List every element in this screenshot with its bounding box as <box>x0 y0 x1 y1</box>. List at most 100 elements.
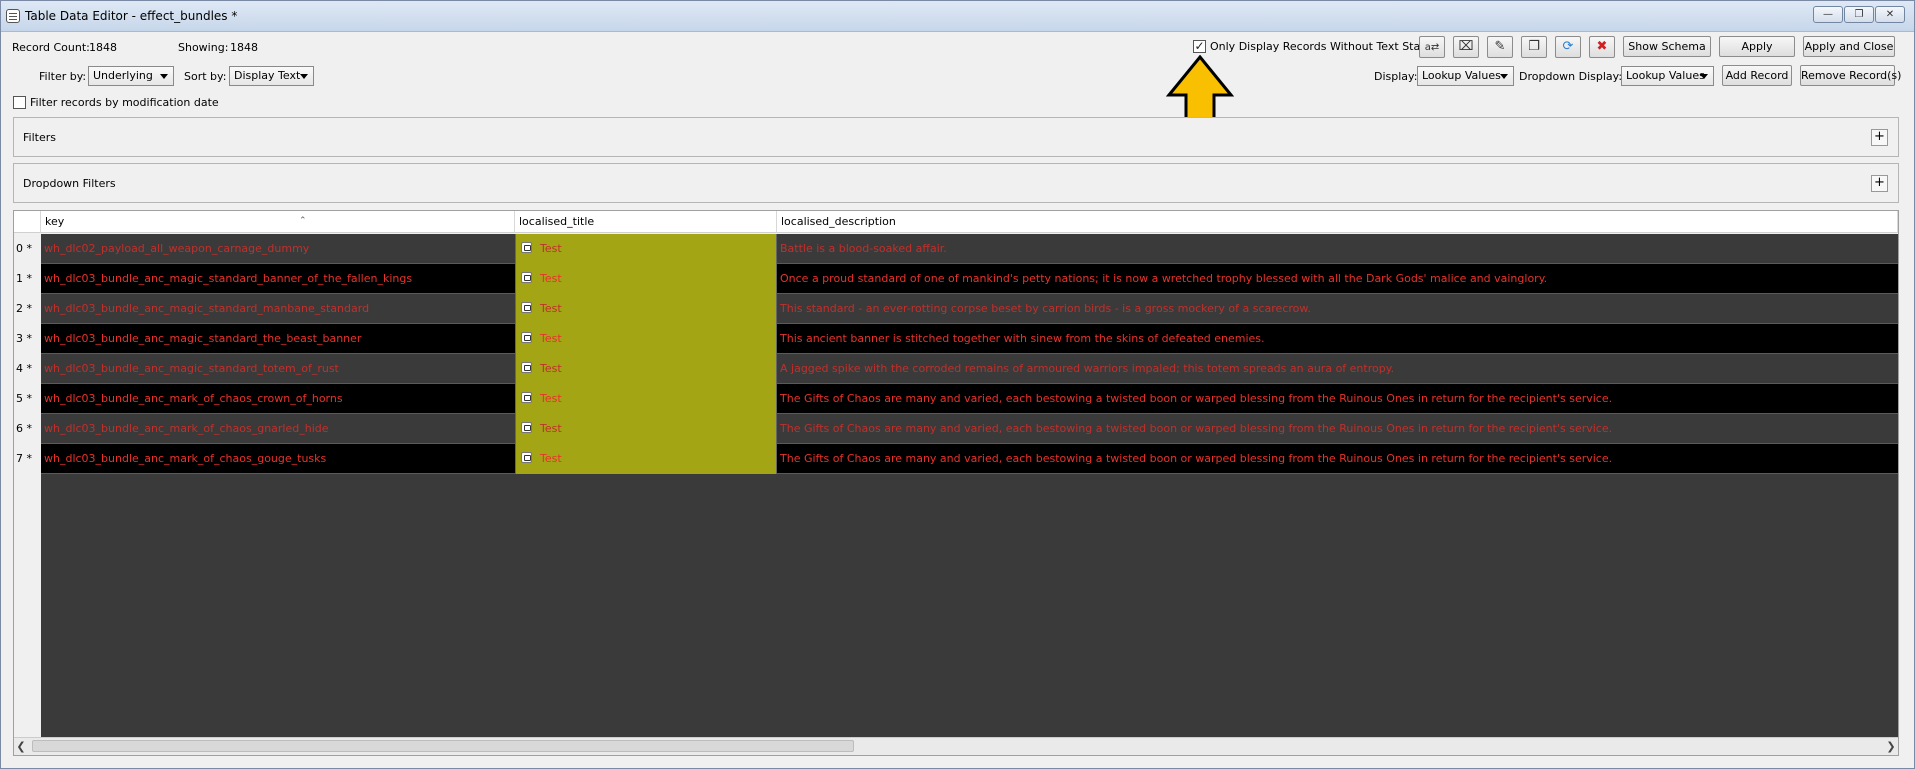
cell-localised-description[interactable]: The Gifts of Chaos are many and varied, … <box>777 444 1898 474</box>
cell-localised-description[interactable]: The Gifts of Chaos are many and varied, … <box>777 414 1898 444</box>
cell-key[interactable]: wh_dlc03_bundle_anc_mark_of_chaos_gouge_… <box>41 444 515 474</box>
cell-localised-description[interactable]: Once a proud standard of one of mankind'… <box>777 264 1898 294</box>
cell-localised-title[interactable]: Test <box>515 444 777 474</box>
row-number[interactable]: 3 * <box>16 324 41 354</box>
translate-button[interactable]: a⇄ <box>1419 36 1445 58</box>
cell-key[interactable]: wh_dlc03_bundle_anc_mark_of_chaos_crown_… <box>41 384 515 414</box>
sort-by-value: Display Text <box>234 69 301 82</box>
close-window-button[interactable]: ✕ <box>1875 6 1905 23</box>
chevron-down-icon <box>300 74 308 79</box>
cell-key[interactable]: wh_dlc03_bundle_anc_magic_standard_manba… <box>41 294 515 324</box>
column-header-key[interactable]: key ⌃ <box>41 211 515 233</box>
cell-key[interactable]: wh_dlc02_payload_all_weapon_carnage_dumm… <box>41 234 515 264</box>
only-display-without-text-state-label: Only Display Records Without Text State <box>1210 40 1432 53</box>
column-header-label: localised_title <box>519 215 595 228</box>
cell-text: Test <box>540 422 562 435</box>
cell-localised-title[interactable]: Test <box>515 264 777 294</box>
dropdown-display-dropdown[interactable]: Lookup Values <box>1621 66 1714 86</box>
cell-localised-title[interactable]: Test <box>515 414 777 444</box>
sort-ascending-icon: ⌃ <box>299 216 307 226</box>
row-number[interactable]: 1 * <box>16 264 41 294</box>
cell-localised-title[interactable]: Test <box>515 234 777 264</box>
cell-localised-title[interactable]: Test <box>515 384 777 414</box>
filter-by-date-checkbox[interactable] <box>13 96 26 109</box>
expand-dropdown-filters-button[interactable]: + <box>1871 175 1888 192</box>
cell-key[interactable]: wh_dlc03_bundle_anc_mark_of_chaos_gnarle… <box>41 414 515 444</box>
add-record-button[interactable]: Add Record <box>1722 65 1792 86</box>
records-table[interactable]: key ⌃ localised_title localised_descript… <box>13 210 1899 756</box>
cell-localised-description[interactable]: This ancient banner is stitched together… <box>777 324 1898 354</box>
sort-by-dropdown[interactable]: Display Text <box>229 66 314 86</box>
filter-by-label: Filter by: <box>39 70 87 83</box>
cell-localised-description[interactable]: The Gifts of Chaos are many and varied, … <box>777 384 1898 414</box>
show-schema-button[interactable]: Show Schema <box>1623 36 1711 57</box>
cell-localised-description[interactable]: A jagged spike with the corroded remains… <box>777 354 1898 384</box>
clear-button[interactable]: ⌧ <box>1453 36 1479 58</box>
scroll-right-icon[interactable]: ❯ <box>1884 738 1898 755</box>
table-data-editor-window: Table Data Editor - effect_bundles * — ❐… <box>0 0 1915 769</box>
row-number[interactable]: 5 * <box>16 384 41 414</box>
display-value: Lookup Values <box>1422 69 1501 82</box>
cell-text: Test <box>540 362 562 375</box>
dropdown-display-value: Lookup Values <box>1626 69 1705 82</box>
title-bar[interactable]: Table Data Editor - effect_bundles * — ❐… <box>1 1 1914 32</box>
edit-icon: ✎ <box>1494 39 1506 54</box>
chevron-down-icon <box>1500 74 1508 79</box>
table-row[interactable]: wh_dlc03_bundle_anc_mark_of_chaos_gnarle… <box>41 414 1898 444</box>
horizontal-scrollbar[interactable]: ❮ ❯ <box>14 737 1898 755</box>
apply-button[interactable]: Apply <box>1719 36 1795 57</box>
row-number[interactable]: 6 * <box>16 414 41 444</box>
text-state-icon <box>521 392 532 403</box>
filter-by-value: Underlying <box>93 69 153 82</box>
cell-localised-description[interactable]: This standard - an ever-rotting corpse b… <box>777 294 1898 324</box>
delete-button[interactable]: ✖ <box>1589 36 1615 58</box>
minimize-button[interactable]: — <box>1813 6 1843 23</box>
table-row[interactable]: wh_dlc03_bundle_anc_mark_of_chaos_crown_… <box>41 384 1898 414</box>
cell-localised-title[interactable]: Test <box>515 324 777 354</box>
table-row[interactable]: wh_dlc02_payload_all_weapon_carnage_dumm… <box>41 234 1898 264</box>
translate-icon: a⇄ <box>1424 42 1440 53</box>
dropdown-display-label: Dropdown Display: <box>1519 70 1623 83</box>
remove-records-button[interactable]: Remove Record(s) <box>1800 65 1901 86</box>
text-state-icon <box>521 422 532 433</box>
chevron-down-icon <box>1700 74 1708 79</box>
row-number[interactable]: 4 * <box>16 354 41 384</box>
row-number[interactable]: 2 * <box>16 294 41 324</box>
apply-and-close-button[interactable]: Apply and Close <box>1803 36 1895 57</box>
table-row[interactable]: wh_dlc03_bundle_anc_mark_of_chaos_gouge_… <box>41 444 1898 474</box>
cell-key[interactable]: wh_dlc03_bundle_anc_magic_standard_banne… <box>41 264 515 294</box>
table-icon <box>6 9 20 23</box>
text-state-icon <box>521 302 532 313</box>
column-header-localised-title[interactable]: localised_title <box>515 211 777 233</box>
cell-key[interactable]: wh_dlc03_bundle_anc_magic_standard_the_b… <box>41 324 515 354</box>
maximize-button[interactable]: ❐ <box>1844 6 1874 23</box>
table-row[interactable]: wh_dlc03_bundle_anc_magic_standard_totem… <box>41 354 1898 384</box>
text-state-icon <box>521 272 532 283</box>
column-header-label: key <box>45 215 65 228</box>
column-header-localised-description[interactable]: localised_description <box>777 211 1898 233</box>
expand-filters-button[interactable]: + <box>1871 129 1888 146</box>
cell-localised-title[interactable]: Test <box>515 354 777 384</box>
cell-localised-title[interactable]: Test <box>515 294 777 324</box>
cell-localised-description[interactable]: Battle is a blood-soaked affair. <box>777 234 1898 264</box>
restore-icon: ❐ <box>1854 9 1864 20</box>
scrollbar-thumb[interactable] <box>32 740 854 752</box>
display-dropdown[interactable]: Lookup Values <box>1417 66 1514 86</box>
checkmark-icon: ✓ <box>1194 39 1205 53</box>
scroll-left-icon[interactable]: ❮ <box>14 738 28 755</box>
cell-text: Test <box>540 332 562 345</box>
table-row[interactable]: wh_dlc03_bundle_anc_magic_standard_manba… <box>41 294 1898 324</box>
sort-by-label: Sort by: <box>184 70 227 83</box>
copy-button[interactable]: ❐ <box>1521 36 1547 58</box>
only-display-without-text-state-checkbox[interactable]: ✓ <box>1193 39 1206 53</box>
row-number[interactable]: 7 * <box>16 444 41 474</box>
column-header-label: localised_description <box>781 215 896 228</box>
edit-button[interactable]: ✎ <box>1487 36 1513 58</box>
dropdown-filters-panel: Dropdown Filters + <box>13 163 1899 203</box>
refresh-button[interactable]: ⟳ <box>1555 36 1581 58</box>
table-row[interactable]: wh_dlc03_bundle_anc_magic_standard_banne… <box>41 264 1898 294</box>
filter-by-dropdown[interactable]: Underlying <box>88 66 174 86</box>
row-number[interactable]: 0 * <box>16 234 41 264</box>
table-row[interactable]: wh_dlc03_bundle_anc_magic_standard_the_b… <box>41 324 1898 354</box>
cell-key[interactable]: wh_dlc03_bundle_anc_magic_standard_totem… <box>41 354 515 384</box>
